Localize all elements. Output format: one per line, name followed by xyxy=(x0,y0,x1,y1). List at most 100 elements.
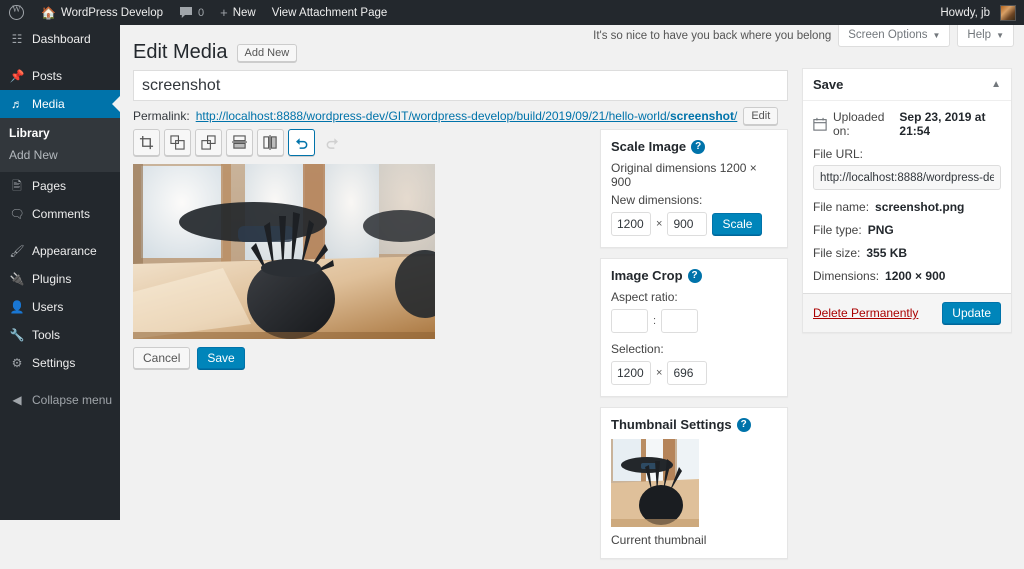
sidebar-item-dashboard[interactable]: ☷ Dashboard xyxy=(0,25,120,53)
view-attachment-page-link[interactable]: View Attachment Page xyxy=(264,0,396,25)
title-field-wrapper xyxy=(133,70,788,101)
flip-horizontal-button[interactable] xyxy=(257,129,284,156)
save-panel-header[interactable]: Save ▲ xyxy=(803,69,1011,101)
sidebar-item-posts[interactable]: 📌 Posts xyxy=(0,62,120,90)
cancel-button[interactable]: Cancel xyxy=(133,347,191,369)
sidebar-item-comments[interactable]: 🗨 Comments xyxy=(0,200,120,228)
wp-logo-menu[interactable] xyxy=(0,0,33,25)
scale-dimensions-row: × Scale xyxy=(611,212,777,236)
collapse-menu-button[interactable]: ◀ Collapse menu xyxy=(0,386,120,414)
scale-image-title: Scale Image ? xyxy=(611,139,777,154)
brush-icon: 🖌 xyxy=(9,244,25,258)
selection-label: Selection: xyxy=(611,342,664,356)
comments-count: 0 xyxy=(198,6,205,19)
image-editor-canvas[interactable] xyxy=(133,164,435,339)
aspect-width-input[interactable] xyxy=(611,309,648,333)
media-submenu: Library Add New xyxy=(0,118,120,172)
howdy-label: Howdy, jb xyxy=(940,6,990,19)
chevron-up-icon[interactable]: ▲ xyxy=(991,79,1001,90)
image-editor-actions: Cancel Save xyxy=(133,347,245,369)
sidebar-item-pages[interactable]: 🖹 Pages xyxy=(0,172,120,200)
site-name-label: WordPress Develop xyxy=(60,6,164,19)
help-tab[interactable]: Help ▼ xyxy=(957,25,1014,47)
media-icon: ♬ xyxy=(11,97,23,111)
flip-horizontal-icon xyxy=(263,135,277,150)
file-type-value: PNG xyxy=(867,223,894,237)
undo-icon xyxy=(296,138,308,149)
save-panel-body: Uploaded on: Sep 23, 2019 at 21:54 File … xyxy=(803,101,1011,293)
home-icon: 🏠 xyxy=(41,5,56,20)
pin-icon: 📌 xyxy=(9,69,25,83)
rotate-right-button[interactable] xyxy=(195,129,222,156)
collapse-arrow-icon: ◀ xyxy=(12,393,22,407)
comment-icon: 🗨 xyxy=(9,207,25,221)
attachment-image xyxy=(133,164,435,339)
delete-permanently-link[interactable]: Delete Permanently xyxy=(813,306,918,320)
help-icon[interactable]: ? xyxy=(691,139,706,154)
flip-vertical-button[interactable] xyxy=(226,129,253,156)
users-icon: 👤 xyxy=(9,300,25,314)
help-label: Help xyxy=(967,29,992,41)
wrench-icon: 🔧 xyxy=(9,328,25,342)
avatar xyxy=(1000,4,1016,21)
thumbnail-settings-heading: Thumbnail Settings xyxy=(611,417,732,432)
current-thumbnail-image xyxy=(611,439,699,527)
image-editor-toolbar xyxy=(133,129,346,156)
edit-permalink-button[interactable]: Edit xyxy=(743,107,779,125)
add-new-button[interactable]: Add New xyxy=(236,43,298,62)
permalink-row: Permalink: http://localhost:8888/wordpre… xyxy=(133,107,779,125)
menu-separator xyxy=(0,53,120,62)
new-content-menu[interactable]: + New xyxy=(212,0,264,25)
image-crop-title: Image Crop ? xyxy=(611,268,777,283)
crop-button[interactable] xyxy=(133,129,160,156)
selection-height-input[interactable] xyxy=(667,361,708,385)
rotate-left-button[interactable] xyxy=(164,129,191,156)
rotate-right-icon xyxy=(201,135,216,150)
uploaded-on-label: Uploaded on: xyxy=(833,110,885,138)
sidebar-item-add-new-media[interactable]: Add New xyxy=(0,144,120,166)
file-size-row: File size: 355 KB xyxy=(813,246,1001,260)
sidebar-item-media[interactable]: ♬ Media xyxy=(0,90,120,118)
save-image-button[interactable]: Save xyxy=(197,347,245,369)
collapse-menu-label: Collapse menu xyxy=(32,393,113,407)
thumbnail-settings-title: Thumbnail Settings ? xyxy=(611,417,777,432)
dashboard-icon: ☷ xyxy=(11,32,23,46)
site-name-menu[interactable]: 🏠 WordPress Develop xyxy=(33,0,171,25)
title-input[interactable] xyxy=(133,70,788,101)
sidebar-item-appearance[interactable]: 🖌 Appearance xyxy=(0,237,120,265)
file-name-row: File name: screenshot.png xyxy=(813,200,1001,214)
update-button[interactable]: Update xyxy=(942,302,1001,324)
my-account-menu[interactable]: Howdy, jb xyxy=(932,0,1024,25)
permalink-link[interactable]: http://localhost:8888/wordpress-dev/GIT/… xyxy=(196,109,738,123)
sidebar-item-label: Dashboard xyxy=(32,32,91,46)
sidebar-item-settings[interactable]: ⚙ Settings xyxy=(0,349,120,377)
scale-width-input[interactable] xyxy=(611,212,651,236)
file-url-input[interactable] xyxy=(813,165,1001,190)
help-icon[interactable]: ? xyxy=(736,417,751,432)
sidebar-item-label: Settings xyxy=(32,356,76,370)
comments-menu[interactable]: 0 xyxy=(171,0,212,25)
sidebar-item-users[interactable]: 👤 Users xyxy=(0,293,120,321)
sidebar-item-library[interactable]: Library xyxy=(0,122,120,144)
screen-options-tab[interactable]: Screen Options ▼ xyxy=(838,25,951,47)
page-title: Edit Media xyxy=(133,41,228,63)
sidebar-item-label: Appearance xyxy=(32,244,97,258)
rotate-left-icon xyxy=(170,135,185,150)
sidebar-item-tools[interactable]: 🔧 Tools xyxy=(0,321,120,349)
selection-width-input[interactable] xyxy=(611,361,651,385)
selection-row: × xyxy=(611,361,777,385)
comment-bubble-icon xyxy=(180,7,193,18)
dimensions-row: Dimensions: 1200 × 900 xyxy=(813,269,1001,283)
scale-button[interactable]: Scale xyxy=(712,213,763,235)
new-dimensions-label: New dimensions: xyxy=(611,193,703,207)
menu-separator xyxy=(0,377,120,386)
sidebar-item-plugins[interactable]: 🔌 Plugins xyxy=(0,265,120,293)
thumbnail-preview xyxy=(611,439,699,527)
wordpress-logo-icon xyxy=(9,4,24,20)
screen-options-label: Screen Options xyxy=(848,29,928,41)
aspect-height-input[interactable] xyxy=(661,309,699,333)
undo-button[interactable] xyxy=(288,129,315,156)
scale-height-input[interactable] xyxy=(667,212,708,236)
scale-image-heading: Scale Image xyxy=(611,139,687,154)
help-icon[interactable]: ? xyxy=(687,268,702,283)
